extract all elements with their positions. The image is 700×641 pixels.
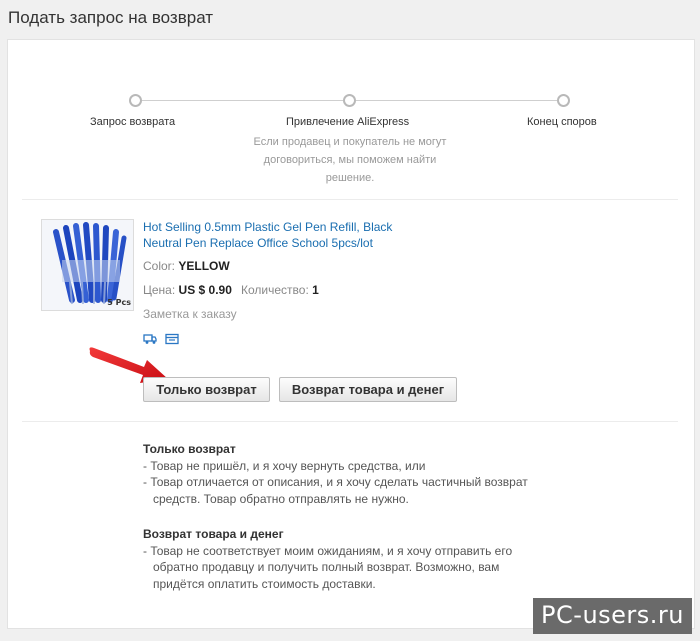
price-label: Цена:: [143, 283, 176, 297]
color-label: Color:: [143, 259, 176, 273]
step-description-2: Если продавец и покупатель не могут дого…: [253, 136, 447, 184]
step-label-2: Привлечение AliExpress: [286, 116, 410, 128]
step-dot-3: [557, 94, 570, 107]
step-dot-1: [129, 94, 142, 107]
return-and-refund-info: Возврат товара и денег - Товар не соотве…: [143, 526, 543, 592]
divider: [22, 421, 678, 422]
color-value: YELLOW: [178, 259, 230, 273]
divider: [22, 199, 678, 200]
return-and-refund-info-title: Возврат товара и денег: [143, 527, 284, 541]
return-and-refund-button[interactable]: Возврат товара и денег: [279, 377, 457, 402]
refund-only-info: Только возврат - Товар не пришёл, и я хо…: [143, 441, 558, 507]
site-watermark: PC-users.ru: [533, 598, 692, 634]
price-value: US $ 0.90: [178, 283, 232, 297]
product-thumbnail[interactable]: 5 Pcs: [41, 219, 134, 311]
product-quantity: Количество: 1: [241, 283, 319, 297]
step-dot-2: [343, 94, 356, 107]
product-price: Цена: US $ 0.90: [143, 283, 232, 297]
list-item: - Товар не пришёл, и я хочу вернуть сред…: [143, 458, 426, 473]
quantity-label: Количество:: [241, 283, 309, 297]
step-label-1: Запрос возврата: [90, 116, 176, 128]
list-item: - Товар не соответствует моим ожиданиям,…: [143, 543, 513, 591]
quantity-value: 1: [312, 283, 319, 297]
thumbnail-caption: 5 Pcs: [107, 298, 131, 307]
refund-only-button[interactable]: Только возврат: [143, 377, 270, 402]
list-item: - Товар отличается от описания, и я хочу…: [143, 475, 528, 506]
product-title-link[interactable]: Hot Selling 0.5mm Plastic Gel Pen Refill…: [143, 219, 423, 251]
page-title: Подать запрос на возврат: [8, 8, 214, 27]
refund-only-info-title: Только возврат: [143, 442, 236, 456]
order-note: Заметка к заказу: [143, 307, 237, 321]
product-color: Color: YELLOW: [143, 259, 230, 273]
step-label-3: Конец споров: [527, 116, 597, 128]
